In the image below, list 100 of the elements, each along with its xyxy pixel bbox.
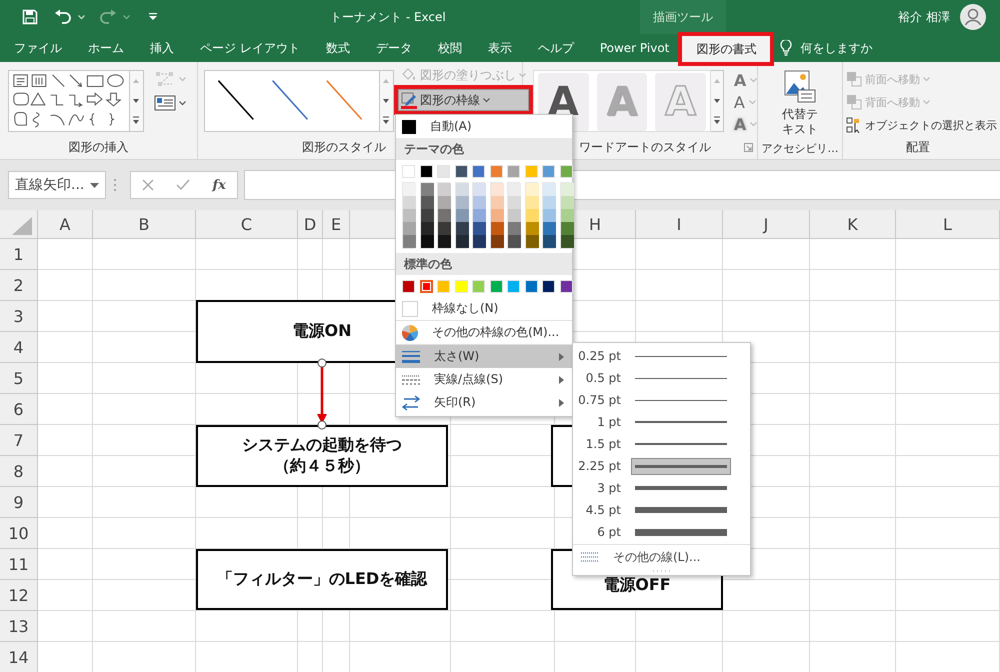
text-fill-button[interactable]: A [734,70,758,90]
color-swatch[interactable] [420,196,434,209]
color-swatch[interactable] [526,209,538,222]
color-swatch[interactable] [456,209,468,222]
column-header[interactable]: D [298,210,323,239]
row-header[interactable]: 5 [0,363,38,394]
row-header[interactable]: 11 [0,549,38,580]
color-swatch[interactable] [456,183,468,196]
menu-item[interactable]: 4.5 pt [573,499,750,521]
name-box[interactable]: 直線矢印... [8,171,106,199]
dialog-launcher-icon[interactable] [744,143,753,152]
color-swatch[interactable] [526,196,538,209]
column-header[interactable]: J [723,210,810,239]
color-swatch[interactable] [508,196,521,209]
color-swatch[interactable] [473,235,486,248]
menu-item[interactable]: 2.25 pt [573,455,750,477]
color-swatch[interactable] [420,209,434,222]
color-swatch[interactable] [403,196,416,209]
connector-arrow[interactable] [314,358,330,430]
color-swatch[interactable] [526,235,538,248]
ribbon-tab[interactable]: データ [362,34,425,62]
color-swatch[interactable] [473,183,486,196]
menu-item[interactable]: その他の線(L)... [573,544,750,569]
color-swatch[interactable] [490,222,504,235]
color-swatch[interactable] [438,222,451,235]
ribbon-tab[interactable]: ページ レイアウト [187,34,313,62]
color-swatch[interactable] [490,183,504,196]
row-header[interactable]: 12 [0,580,38,611]
row-header[interactable]: 7 [0,425,38,456]
insert-function-button[interactable]: fx [212,178,226,192]
menu-item[interactable]: 0.5 pt [573,367,750,389]
redo-icon[interactable] [99,9,117,25]
color-swatch[interactable] [560,196,574,209]
menu-item[interactable]: 6 pt [573,521,750,543]
row-header[interactable]: 10 [0,518,38,549]
color-swatch[interactable] [403,209,416,222]
menu-item[interactable]: 太さ(W) [396,345,572,368]
color-swatch[interactable] [473,196,486,209]
color-swatch[interactable] [456,235,468,248]
color-swatch[interactable] [560,235,574,248]
color-swatch[interactable] [403,222,416,235]
color-swatch[interactable] [543,209,556,222]
color-swatch[interactable] [456,222,468,235]
color-swatch[interactable] [438,196,451,209]
row-header[interactable]: 9 [0,487,38,518]
column-header[interactable]: A [38,210,93,239]
text-effects-button[interactable]: A [734,114,758,134]
color-swatch[interactable] [543,235,556,248]
color-swatch[interactable] [526,183,538,196]
ribbon-tab[interactable]: 挿入 [137,34,187,62]
row-header[interactable]: 13 [0,611,38,642]
ribbon-tab[interactable]: 数式 [312,34,363,62]
column-header[interactable]: L [896,210,1000,239]
menu-item[interactable]: 0.75 pt [573,389,750,411]
column-header[interactable]: E [323,210,350,239]
column-header[interactable]: B [93,210,196,239]
color-swatch[interactable] [526,222,538,235]
column-header[interactable]: K [810,210,896,239]
color-swatch[interactable] [543,196,556,209]
check-icon[interactable] [176,179,190,191]
color-swatch[interactable] [456,196,468,209]
arrange-button[interactable]: オブジェクトの選択と表示 [843,114,1000,136]
color-swatch[interactable] [508,235,521,248]
color-swatch[interactable] [420,222,434,235]
select-all-corner[interactable] [10,215,34,237]
menu-item[interactable]: 1 pt [573,411,750,433]
row-header[interactable]: 6 [0,394,38,425]
line-style-preset[interactable] [218,80,254,120]
color-swatch[interactable] [420,280,432,293]
shape-gallery[interactable] [8,70,130,132]
menu-item[interactable]: 1.5 pt [573,433,750,455]
alt-text-button[interactable]: 代替テキスト [770,70,830,137]
cancel-icon[interactable] [142,179,154,191]
color-swatch[interactable] [543,183,556,196]
avatar-icon[interactable] [960,4,986,30]
color-swatch[interactable] [543,222,556,235]
color-swatch[interactable] [490,235,504,248]
save-icon[interactable] [22,9,38,25]
color-swatch[interactable] [438,235,451,248]
tell-me-field[interactable]: 何をしますか [800,34,920,62]
ribbon-tab[interactable]: Power Pivot [586,34,682,62]
color-swatch[interactable] [508,209,521,222]
menu-item[interactable]: 3 pt [573,477,750,499]
color-swatch[interactable] [508,222,521,235]
row-header[interactable]: 2 [0,270,38,301]
color-swatch[interactable] [403,183,416,196]
ribbon-tab[interactable]: ヘルプ [524,34,587,62]
color-swatch[interactable] [508,183,521,196]
color-swatch[interactable] [420,235,434,248]
ribbon-tab[interactable]: ホーム [75,34,137,62]
menu-item[interactable]: その他の枠線の色(M)... [396,321,572,344]
color-swatch[interactable] [560,222,574,235]
customize-toolbar-icon[interactable] [148,12,158,22]
ribbon-tab[interactable]: ファイル [1,34,75,62]
color-swatch[interactable] [420,183,434,196]
color-swatch[interactable] [560,183,574,196]
row-header[interactable]: 3 [0,301,38,332]
menu-item[interactable]: 0.25 pt [573,345,750,367]
column-header[interactable]: C [196,210,298,239]
color-swatch[interactable] [438,183,451,196]
